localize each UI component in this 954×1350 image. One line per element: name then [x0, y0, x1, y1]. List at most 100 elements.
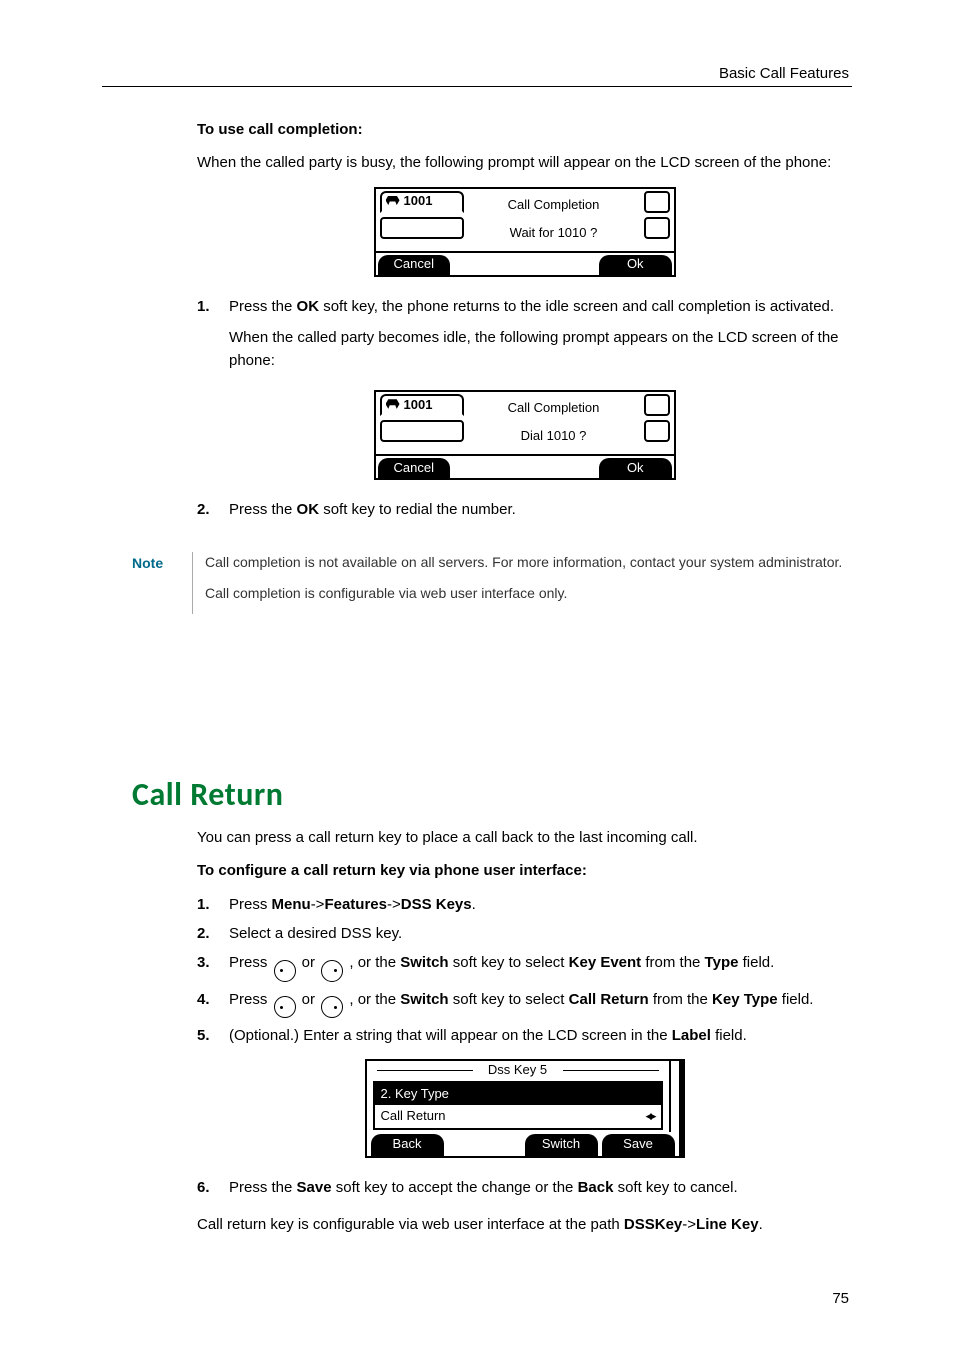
- t: Press: [229, 991, 272, 1008]
- lcd-right-slot: [644, 394, 670, 416]
- intro-paragraph: When the called party is busy, the follo…: [197, 151, 852, 174]
- b: Type: [705, 954, 739, 971]
- cr-step-4: 4. Press or , or the Switch soft key to …: [197, 988, 852, 1019]
- lcd-side-slot: [380, 217, 464, 239]
- left-arrow-key-icon: [274, 960, 296, 982]
- lcd-side-slot: [380, 420, 464, 442]
- b: Key Event: [569, 954, 642, 971]
- b: Switch: [400, 991, 448, 1008]
- lcd-right-slot: [644, 420, 670, 442]
- t: Press: [229, 896, 272, 913]
- step-number: 2.: [197, 922, 229, 945]
- step-text: soft key, the phone returns to the idle …: [319, 298, 834, 315]
- step-bold: OK: [297, 298, 320, 315]
- t: (Optional.) Enter a string that will app…: [229, 1027, 672, 1044]
- body-content: To use call completion: When the called …: [197, 118, 852, 614]
- t: .: [759, 1216, 763, 1233]
- b: DSSKey: [624, 1216, 682, 1233]
- lcd-right-slot: [644, 191, 670, 213]
- t: field.: [711, 1027, 747, 1044]
- note-separator: [192, 552, 193, 614]
- lcd-dial-prompt: 1001 Call Completion Dial 1010 ? Cancel: [374, 390, 676, 480]
- step-subtext: When the called party becomes idle, the …: [229, 326, 852, 373]
- step-number: 6.: [197, 1176, 229, 1199]
- b: Switch: [400, 954, 448, 971]
- note-block: Note Call completion is not available on…: [132, 552, 852, 614]
- step-bold: OK: [297, 501, 320, 518]
- b: Key Type: [712, 991, 778, 1008]
- t: soft key to select: [449, 954, 569, 971]
- step-text: soft key to redial the number.: [319, 501, 516, 518]
- t: or: [298, 991, 320, 1008]
- lcd-scrollbar: [669, 1061, 679, 1131]
- dss-field-value: Call Return: [381, 1106, 446, 1126]
- t: Press the: [229, 1179, 297, 1196]
- t: field.: [778, 991, 814, 1008]
- t: , or the: [345, 954, 400, 971]
- softkey-cancel: Cancel: [378, 255, 451, 275]
- cr-step-5: 5. (Optional.) Enter a string that will …: [197, 1024, 852, 1047]
- t: from the: [649, 991, 712, 1008]
- step-text: Press the: [229, 501, 297, 518]
- menu-path-part: Menu: [272, 896, 311, 913]
- lcd-extension: 1001: [404, 191, 433, 211]
- cr-step-6: 6. Press the Save soft key to accept the…: [197, 1176, 852, 1199]
- lcd-text-line1: Call Completion: [462, 195, 646, 215]
- b: Call Return: [569, 991, 649, 1008]
- b: Save: [297, 1179, 332, 1196]
- t: ->: [682, 1216, 696, 1233]
- b: Line Key: [696, 1216, 759, 1233]
- step-number: 3.: [197, 951, 229, 982]
- lcd-text-line1: Call Completion: [462, 398, 646, 418]
- lcd-line-tab: 1001: [380, 191, 464, 213]
- phone-icon: [386, 196, 400, 208]
- t: soft key to accept the change or the: [332, 1179, 578, 1196]
- page-number: 75: [832, 1287, 849, 1310]
- dss-title: Dss Key 5: [488, 1060, 547, 1080]
- t: .: [472, 896, 476, 913]
- call-return-config-heading: To configure a call return key via phone…: [197, 859, 852, 882]
- softkey-empty: [452, 253, 525, 275]
- lcd-text-line2: Wait for 1010 ?: [462, 223, 646, 243]
- softkey-back: Back: [371, 1134, 444, 1156]
- sep: ->: [311, 896, 325, 913]
- subheading-use-call-completion: To use call completion:: [197, 118, 852, 141]
- softkey-empty: [452, 456, 525, 478]
- left-right-arrows-icon: [645, 1106, 654, 1126]
- t: soft key to select: [449, 991, 569, 1008]
- t: Press: [229, 954, 272, 971]
- running-head: Basic Call Features: [719, 62, 849, 85]
- outro-paragraph: Call return key is configurable via web …: [197, 1213, 852, 1236]
- menu-path-part: Features: [324, 896, 387, 913]
- b: Label: [672, 1027, 711, 1044]
- cr-step-1: 1. Press Menu->Features->DSS Keys.: [197, 893, 852, 916]
- phone-icon: [386, 399, 400, 411]
- t: Call return key is configurable via web …: [197, 1216, 624, 1233]
- menu-path-part: DSS Keys: [401, 896, 472, 913]
- lcd-line-tab: 1001: [380, 394, 464, 416]
- step-number: 2.: [197, 498, 229, 521]
- step-number: 1.: [197, 893, 229, 916]
- step-number: 5.: [197, 1024, 229, 1047]
- b: Back: [578, 1179, 614, 1196]
- t: , or the: [345, 991, 400, 1008]
- header-rule: [102, 86, 852, 87]
- t: from the: [641, 954, 704, 971]
- t: or: [298, 954, 320, 971]
- dss-field-label: 2. Key Type: [375, 1083, 661, 1105]
- note-text-1: Call completion is not available on all …: [205, 552, 852, 573]
- sep: ->: [387, 896, 401, 913]
- step-number: 4.: [197, 988, 229, 1019]
- step-number: 1.: [197, 295, 229, 373]
- lcd-wait-prompt: 1001 Call Completion Wait for 1010 ? Can…: [374, 187, 676, 277]
- step-text: Press the: [229, 298, 297, 315]
- softkey-cancel: Cancel: [378, 458, 451, 478]
- left-arrow-key-icon: [274, 996, 296, 1018]
- softkey-empty: [525, 456, 598, 478]
- right-arrow-key-icon: [321, 960, 343, 982]
- right-arrow-key-icon: [321, 996, 343, 1018]
- cr-step-3: 3. Press or , or the Switch soft key to …: [197, 951, 852, 982]
- cr-step-2: 2. Select a desired DSS key.: [197, 922, 852, 945]
- call-return-body: You can press a call return key to place…: [197, 826, 852, 1246]
- softkey-ok: Ok: [599, 255, 672, 275]
